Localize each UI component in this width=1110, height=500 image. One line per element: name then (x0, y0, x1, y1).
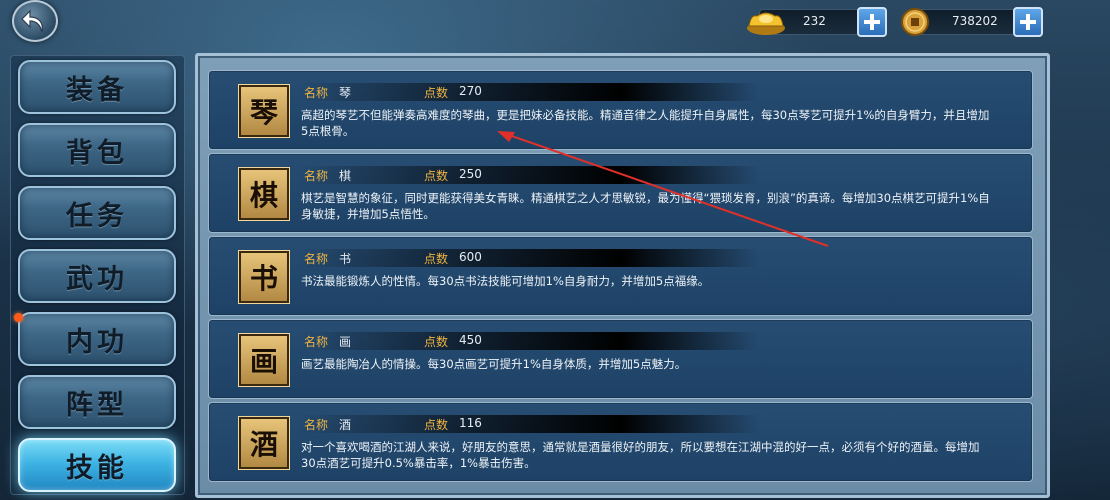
skill-card-hua[interactable]: 画 名称 画 点数 450 画艺最能陶冶人的情操。每30点画艺可提升1%自身体质… (208, 319, 1033, 399)
skill-icon-shu: 书 (239, 251, 289, 303)
add-coin-button[interactable] (1013, 7, 1043, 37)
name-label: 名称 (304, 335, 329, 349)
points-label: 点数 (424, 252, 449, 266)
skill-icon-qin: 琴 (239, 85, 289, 137)
plus-icon (864, 14, 880, 30)
skill-points: 450 (459, 333, 482, 347)
skill-name: 画 (339, 335, 352, 349)
skill-description: 书法最能锻炼人的性情。每30点书法技能可增加1%自身耐力，并增加5点福缘。 (301, 274, 710, 288)
skill-name: 酒 (339, 418, 352, 432)
skill-points: 270 (459, 84, 482, 98)
skill-points: 116 (459, 416, 482, 430)
skill-points: 250 (459, 167, 482, 181)
nav-tab-backpack[interactable]: 背包 (18, 123, 176, 177)
name-label: 名称 (304, 169, 329, 183)
nav-tab-equipment[interactable]: 装备 (18, 60, 176, 114)
skill-icon-qi: 棋 (239, 168, 289, 220)
skill-card-shu[interactable]: 书 名称 书 点数 600 书法最能锻炼人的性情。每30点书法技能可增加1%自身… (208, 236, 1033, 316)
name-label: 名称 (304, 86, 329, 100)
nav-tab-martial-arts[interactable]: 武功 (18, 249, 176, 303)
back-button[interactable] (12, 0, 58, 42)
skill-card-qin[interactable]: 琴 名称 琴 点数 270 高超的琴艺不但能弹奏高难度的琴曲，更是把妹必备技能。… (208, 70, 1033, 150)
points-label: 点数 (424, 335, 449, 349)
skill-points: 600 (459, 250, 482, 264)
points-label: 点数 (424, 418, 449, 432)
name-label: 名称 (304, 252, 329, 266)
back-arrow-icon (21, 9, 43, 33)
gold-ingot-icon (747, 12, 785, 35)
skill-name: 棋 (339, 169, 352, 183)
skill-icon-jiu: 酒 (239, 417, 289, 469)
skill-name: 书 (339, 252, 352, 266)
gold-currency: 232 (745, 6, 887, 37)
nav-tab-skills[interactable]: 技能 (18, 438, 176, 492)
gold-value: 232 (803, 14, 826, 28)
name-label: 名称 (304, 418, 329, 432)
add-gold-button[interactable] (857, 7, 887, 37)
nav-tab-formation[interactable]: 阵型 (18, 375, 176, 429)
points-label: 点数 (424, 86, 449, 100)
notification-dot (14, 313, 23, 322)
points-label: 点数 (424, 169, 449, 183)
coin-currency: 738202 (900, 6, 1043, 37)
skill-name: 琴 (339, 86, 352, 100)
nav-tab-inner-power[interactable]: 内功 (18, 312, 176, 366)
plus-icon (1020, 14, 1036, 30)
nav-tab-quests[interactable]: 任务 (18, 186, 176, 240)
skill-description: 画艺最能陶冶人的情操。每30点画艺可提升1%自身体质，并增加5点魅力。 (301, 357, 687, 371)
skill-description: 高超的琴艺不但能弹奏高难度的琴曲，更是把妹必备技能。精通音律之人能提升自身属性，… (301, 108, 990, 138)
skill-description: 对一个喜欢喝酒的江湖人来说，好朋友的意思，通常就是酒量很好的朋友，所以要想在江湖… (301, 440, 980, 470)
skill-card-jiu[interactable]: 酒 名称 酒 点数 116 对一个喜欢喝酒的江湖人来说，好朋友的意思，通常就是酒… (208, 402, 1033, 482)
copper-coin-icon (901, 8, 929, 36)
skill-icon-hua: 画 (239, 334, 289, 386)
skill-card-qi[interactable]: 棋 名称 棋 点数 250 棋艺是智慧的象征，同时更能获得美女青睐。精通棋艺之人… (208, 153, 1033, 233)
coin-value: 738202 (952, 14, 998, 28)
skill-description: 棋艺是智慧的象征，同时更能获得美女青睐。精通棋艺之人才思敏锐，最为懂得“猥琐发育… (301, 191, 990, 221)
